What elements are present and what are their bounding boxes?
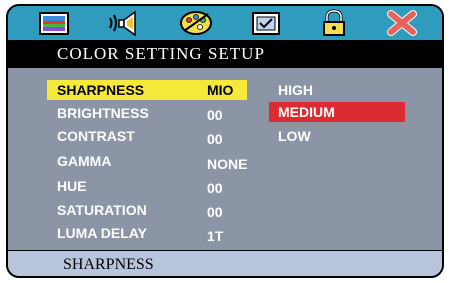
option-high[interactable]: HIGH: [269, 80, 405, 100]
close-icon[interactable]: [384, 9, 420, 37]
lock-icon[interactable]: [316, 9, 352, 37]
speaker-icon[interactable]: [106, 9, 142, 37]
color-palette-icon[interactable]: [178, 9, 214, 37]
menu-title: COLOR SETTING SETUP: [8, 40, 442, 68]
setting-hue-value: 00: [207, 180, 223, 196]
status-bar: SHARPNESS: [8, 251, 442, 276]
setting-saturation-value: 00: [207, 204, 223, 220]
settings-panel: SHARPNESS BRIGHTNESS CONTRAST GAMMA HUE …: [8, 68, 442, 250]
icon-bar: [8, 6, 442, 40]
setting-gamma-value: NONE: [207, 156, 248, 172]
setting-luma-delay-value: 1T: [207, 228, 224, 244]
option-medium[interactable]: MEDIUM: [269, 102, 405, 122]
setting-brightness-value: 00: [207, 107, 223, 123]
picture-icon[interactable]: [36, 9, 72, 37]
checkbox-icon[interactable]: [248, 9, 284, 37]
osd-menu-window: COLOR SETTING SETUP SHARPNESS BRIGHTNESS…: [6, 4, 444, 278]
setting-contrast-value: 00: [207, 131, 223, 147]
setting-sharpness-value: MIO: [207, 82, 234, 98]
option-low[interactable]: LOW: [269, 126, 405, 146]
